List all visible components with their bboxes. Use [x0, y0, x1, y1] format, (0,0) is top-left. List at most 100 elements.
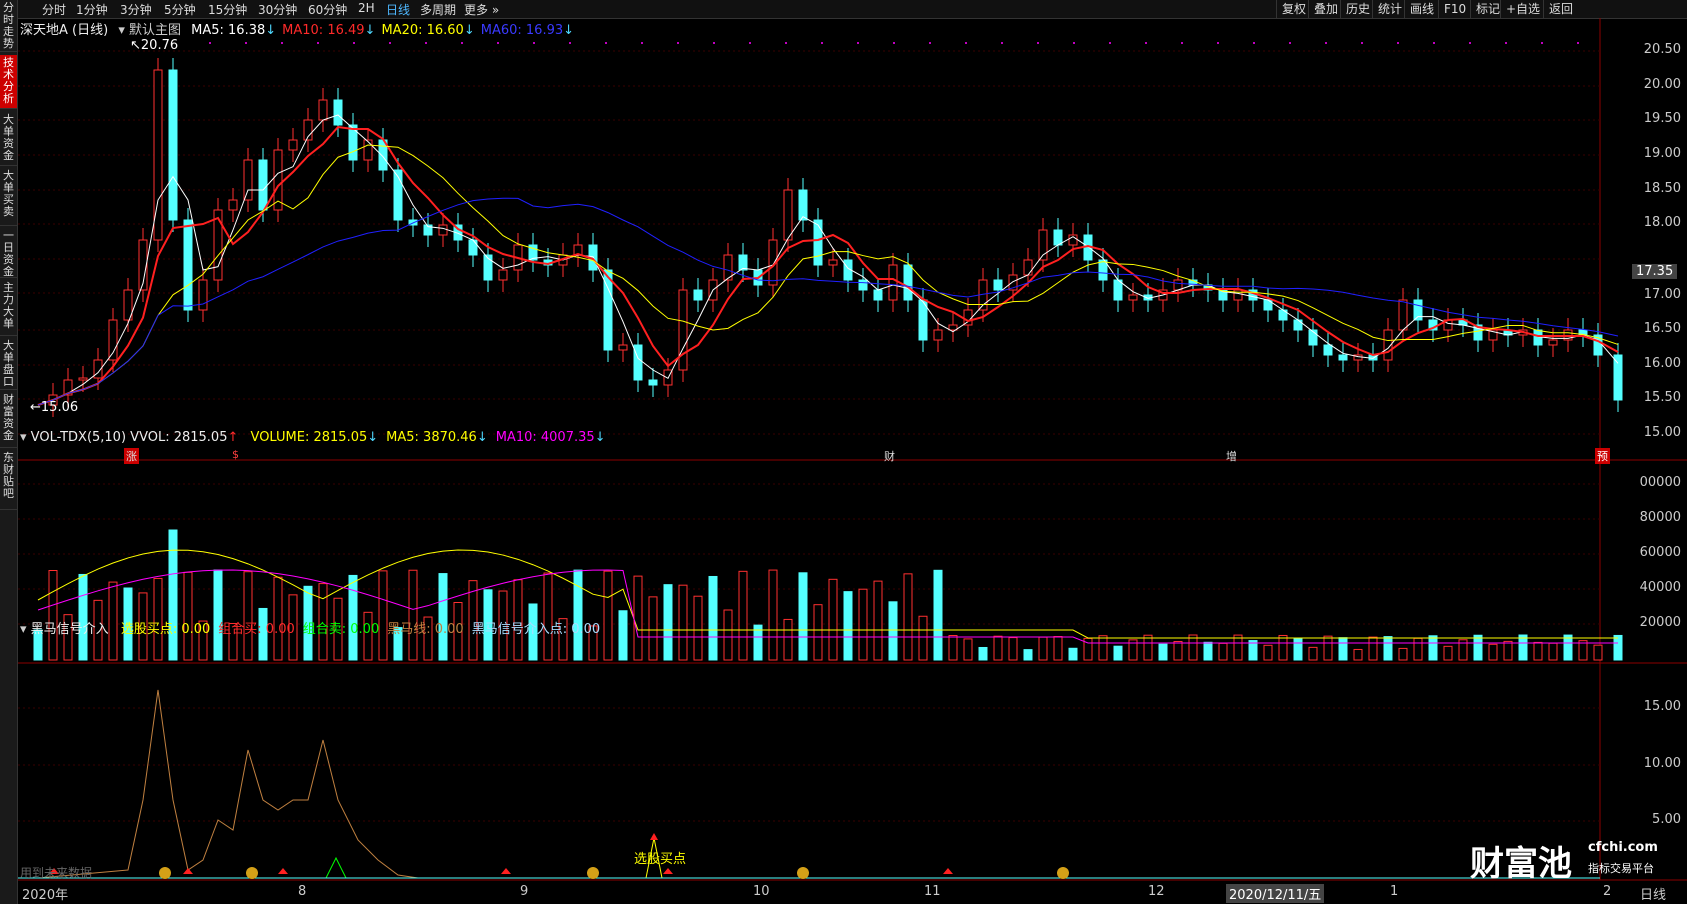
volume-bar	[1368, 636, 1378, 661]
signal-label-1: 组合买: 0.00	[218, 622, 295, 637]
candle-body	[288, 139, 298, 151]
marker-dot	[857, 42, 859, 44]
signal-menu-icon[interactable]: ▾	[20, 622, 27, 637]
volume-bar	[888, 601, 898, 661]
volume-bar	[1593, 644, 1603, 661]
candle-body	[318, 99, 328, 121]
price-tick: 17.00	[1643, 287, 1681, 302]
marker-dot	[389, 42, 391, 44]
candle-body	[678, 289, 688, 371]
volume-bar	[618, 610, 628, 661]
date-label: 2020年	[22, 888, 69, 903]
marker-dot	[893, 42, 895, 44]
future-data-note: 用到未来数据	[20, 866, 93, 880]
signal-label-3: 黑马线: 0.00	[387, 622, 464, 637]
marker-dot	[785, 42, 787, 44]
heima-line	[37, 689, 658, 879]
volume-bar	[1353, 648, 1363, 661]
marker-dot	[1325, 42, 1327, 44]
money-bag-icon	[587, 867, 599, 879]
sidebar-tab-2[interactable]: 大单资金	[0, 112, 17, 166]
marker-dot	[1577, 42, 1579, 44]
candle-body	[1113, 279, 1123, 301]
candle-body	[648, 379, 658, 386]
volume-bar	[1518, 634, 1528, 661]
event-marker[interactable]: 财	[884, 448, 895, 464]
event-marker[interactable]: $	[232, 448, 239, 461]
watermark-brand: 财富池	[1470, 844, 1572, 884]
marker-dot	[1217, 42, 1219, 44]
volume-bar	[708, 575, 718, 661]
candle-body	[1323, 344, 1333, 356]
date-label: 9	[520, 884, 529, 899]
event-marker[interactable]: 增	[1226, 448, 1237, 464]
sell-signal	[325, 856, 347, 879]
date-label: 1	[1390, 884, 1399, 899]
candle-body	[183, 219, 193, 311]
volume-bar	[948, 635, 958, 661]
volume-bar	[738, 570, 748, 661]
volume-bar	[1008, 637, 1018, 661]
period-label[interactable]: 日线	[1640, 884, 1666, 903]
buy-marker	[650, 833, 658, 840]
sidebar-tab-8[interactable]: 东财贴吧	[0, 450, 17, 510]
vvol-label: VVOL: 2815.05	[130, 430, 228, 445]
volume-bar	[1218, 642, 1228, 661]
volume-bar	[243, 571, 253, 661]
volume-bar	[1578, 640, 1588, 661]
event-marker[interactable]: 涨	[124, 448, 139, 464]
volume-bar	[1293, 638, 1303, 661]
volume-bar	[648, 596, 658, 661]
volume-menu-icon[interactable]: ▾	[20, 430, 27, 445]
sidebar-tab-0[interactable]: 分时走势	[0, 0, 17, 52]
candle-body	[1023, 259, 1033, 276]
candle-body	[258, 159, 268, 211]
money-bag-icon	[159, 867, 171, 879]
sidebar-tab-4[interactable]: 一日资金	[0, 228, 17, 278]
volume-bar	[693, 595, 703, 661]
sidebar-tab-6[interactable]: 大单盘口	[0, 338, 17, 390]
volume-bar	[1158, 643, 1168, 661]
candle-body	[783, 189, 793, 241]
marker-dot	[425, 42, 427, 44]
sidebar-tab-3[interactable]: 大单买卖	[0, 168, 17, 226]
current-price-value: 17.35	[1636, 264, 1674, 279]
volume-bar	[1113, 645, 1123, 661]
event-marker[interactable]: 预	[1595, 448, 1610, 464]
marker-dot	[1001, 42, 1003, 44]
volume-title: VOL-TDX(5,10)	[30, 430, 127, 445]
ma-arrow-3: ↓	[563, 23, 575, 38]
price-tick: 19.00	[1643, 146, 1681, 161]
marker-dot	[1505, 42, 1507, 44]
marker-dot	[1037, 42, 1039, 44]
volume-bar	[1308, 646, 1318, 661]
stock-chart[interactable]	[18, 0, 1687, 904]
volume-bar	[1278, 634, 1288, 661]
date-label: 11	[924, 884, 941, 899]
sidebar-tab-1[interactable]: 技术分析	[0, 55, 17, 109]
candle-body	[78, 377, 88, 381]
candle-body	[498, 269, 508, 281]
marker-dot	[245, 42, 247, 44]
candle-body	[438, 224, 448, 236]
volume-tick: 20000	[1639, 615, 1681, 630]
template-dropdown[interactable]: ▾ 默认主图	[118, 23, 181, 38]
volume-bar	[1548, 642, 1558, 661]
volume-bar	[1533, 641, 1543, 661]
price-tick: 20.50	[1643, 42, 1681, 57]
volume-bar	[828, 578, 838, 661]
marker-dot	[353, 42, 355, 44]
price-tick: 18.50	[1643, 181, 1681, 196]
volume-bar	[1338, 637, 1348, 661]
date-label: 12	[1148, 884, 1165, 899]
candle-body	[903, 264, 913, 301]
signal-tick: 5.00	[1652, 812, 1681, 827]
vol-label-0: VOLUME: 2815.05	[250, 430, 368, 445]
candle-body	[363, 139, 373, 161]
signal-label-0: 选股买点: 0.00	[120, 622, 211, 637]
sidebar-tab-7[interactable]: 财富资金	[0, 392, 17, 448]
volume-bar	[663, 584, 673, 661]
marker-dot	[533, 42, 535, 44]
candle-body	[963, 309, 973, 326]
sidebar-tab-5[interactable]: 主力大单	[0, 280, 17, 336]
